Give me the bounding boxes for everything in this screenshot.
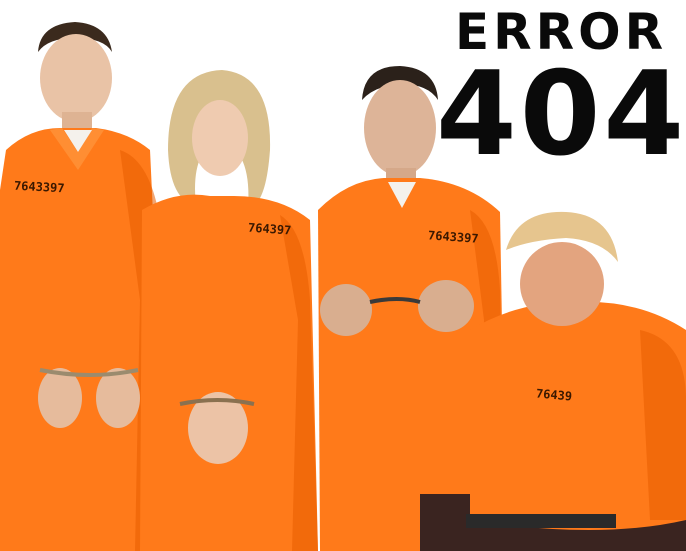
badge-woman: 764397 xyxy=(247,220,292,238)
figure-woman xyxy=(140,70,318,551)
badge-seated-man: 76439 xyxy=(535,386,573,404)
error-code: 404 xyxy=(436,47,686,182)
figure-left-man xyxy=(0,22,165,551)
badge-left-man: 7643397 xyxy=(13,178,65,196)
